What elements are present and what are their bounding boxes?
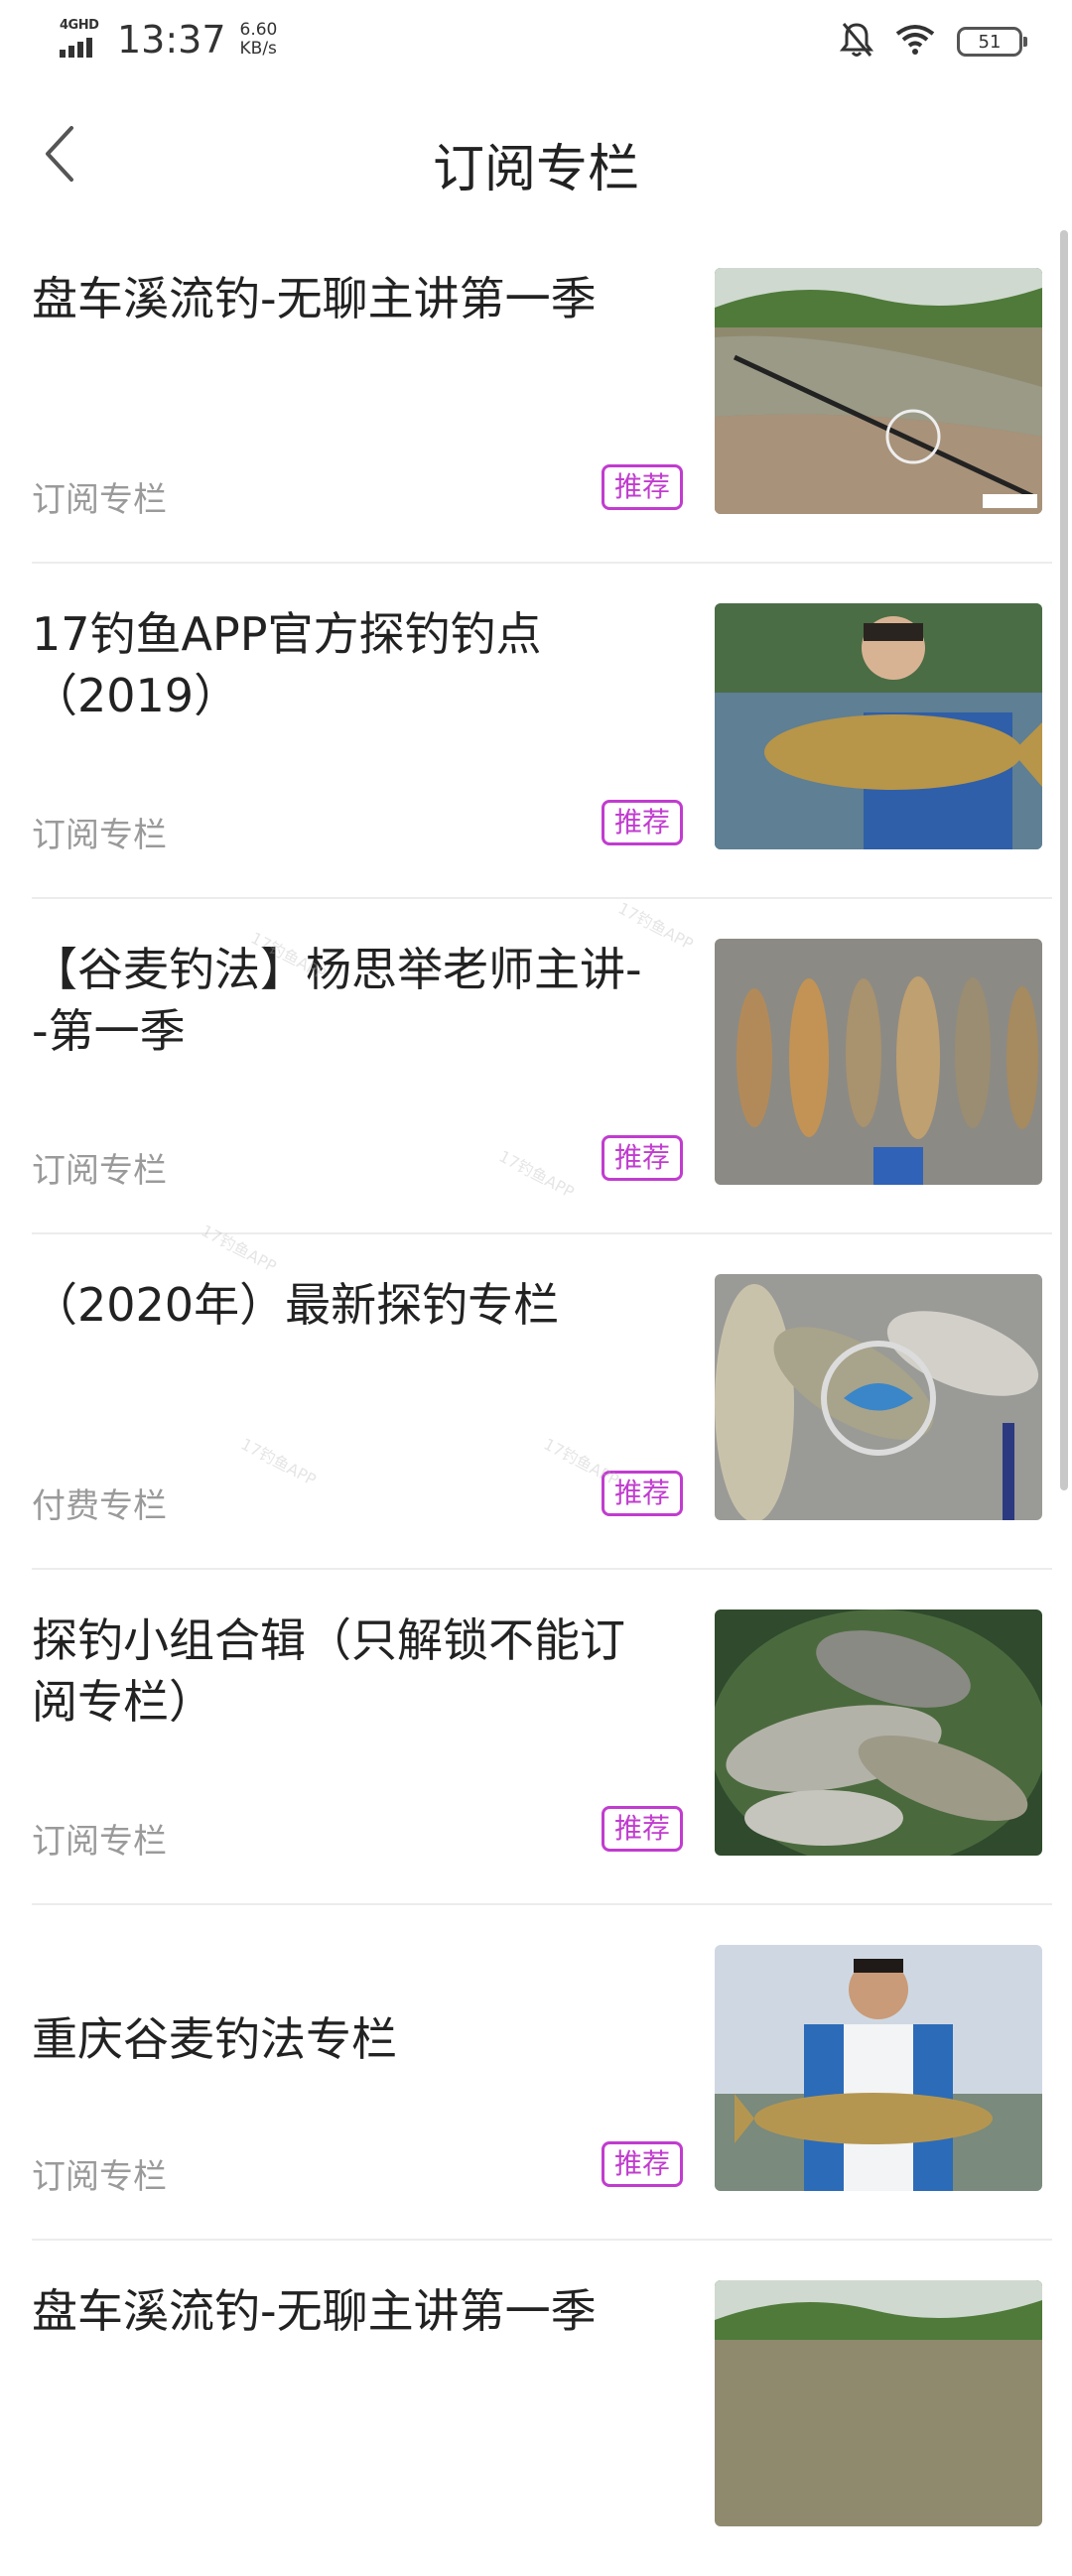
page-title: 订阅专栏 xyxy=(432,140,639,199)
thumbnail-image xyxy=(715,2280,1042,2526)
list-item[interactable]: 重庆谷麦钓法专栏 订阅专栏 推荐 xyxy=(0,1905,1072,2241)
recommend-badge: 推荐 xyxy=(602,800,684,845)
recommend-badge: 推荐 xyxy=(602,1471,684,1516)
nav-bar: 订阅专栏 xyxy=(0,79,1072,228)
thumbnail-image xyxy=(715,268,1042,514)
battery-level: 51 xyxy=(978,31,1002,53)
recommend-badge: 推荐 xyxy=(602,2141,684,2187)
thumbnail-image xyxy=(715,603,1042,849)
item-title: 盘车溪流钓-无聊主讲第一季 xyxy=(32,2284,597,2338)
list-item[interactable]: 探钓小组合辑（只解锁不能订阅专栏） 订阅专栏 推荐 xyxy=(0,1570,1072,1905)
item-title: 盘车溪流钓-无聊主讲第一季 xyxy=(32,272,597,325)
recommend-badge: 推荐 xyxy=(602,1806,684,1852)
item-title: 重庆谷麦钓法专栏 xyxy=(32,2012,397,2066)
speed-unit: KB/s xyxy=(239,39,277,59)
thumbnail-image xyxy=(715,939,1042,1185)
item-category: 订阅专栏 xyxy=(32,2157,167,2197)
item-category: 订阅专栏 xyxy=(32,816,167,855)
item-category: 付费专栏 xyxy=(32,1486,167,1526)
thumbnail-image xyxy=(715,1945,1042,2191)
battery-icon: 51 xyxy=(957,27,1027,57)
status-bar: 4GHD 13:37 6.60 KB/s 51 xyxy=(0,0,1072,79)
recommend-badge: 推荐 xyxy=(602,464,684,510)
list-item[interactable]: 盘车溪流钓-无聊主讲第一季 订阅专栏 推荐 xyxy=(0,228,1072,564)
item-category: 订阅专栏 xyxy=(32,1151,167,1191)
wifi-icon xyxy=(895,24,935,60)
item-title: 探钓小组合辑（只解锁不能订阅专栏） xyxy=(32,1613,625,1729)
item-category: 订阅专栏 xyxy=(32,480,167,520)
list-item[interactable]: 17钓鱼APP官方探钓钓点（2019） 订阅专栏 推荐 xyxy=(0,564,1072,899)
signal-icon: 4GHD xyxy=(58,18,109,62)
list-item[interactable]: 盘车溪流钓-无聊主讲第一季 xyxy=(0,2241,1072,2576)
status-time: 13:37 xyxy=(117,18,226,62)
list-item[interactable]: 【谷麦钓法】杨思举老师主讲--第一季 订阅专栏 推荐 xyxy=(0,899,1072,1234)
speed-value: 6.60 xyxy=(239,20,278,40)
list-item[interactable]: （2020年）最新探钓专栏 付费专栏 推荐 xyxy=(0,1234,1072,1570)
thumbnail-image xyxy=(715,1610,1042,1856)
item-title: 【谷麦钓法】杨思举老师主讲--第一季 xyxy=(32,943,642,1058)
item-category: 订阅专栏 xyxy=(32,1822,167,1862)
network-type: 4GHD xyxy=(60,18,99,33)
thumbnail-image xyxy=(715,1274,1042,1520)
recommend-badge: 推荐 xyxy=(602,1135,684,1181)
item-title: （2020年）最新探钓专栏 xyxy=(32,1278,560,1332)
mute-bell-icon xyxy=(839,21,874,63)
item-title: 17钓鱼APP官方探钓钓点（2019） xyxy=(32,607,542,722)
network-speed: 6.60 KB/s xyxy=(240,21,278,59)
